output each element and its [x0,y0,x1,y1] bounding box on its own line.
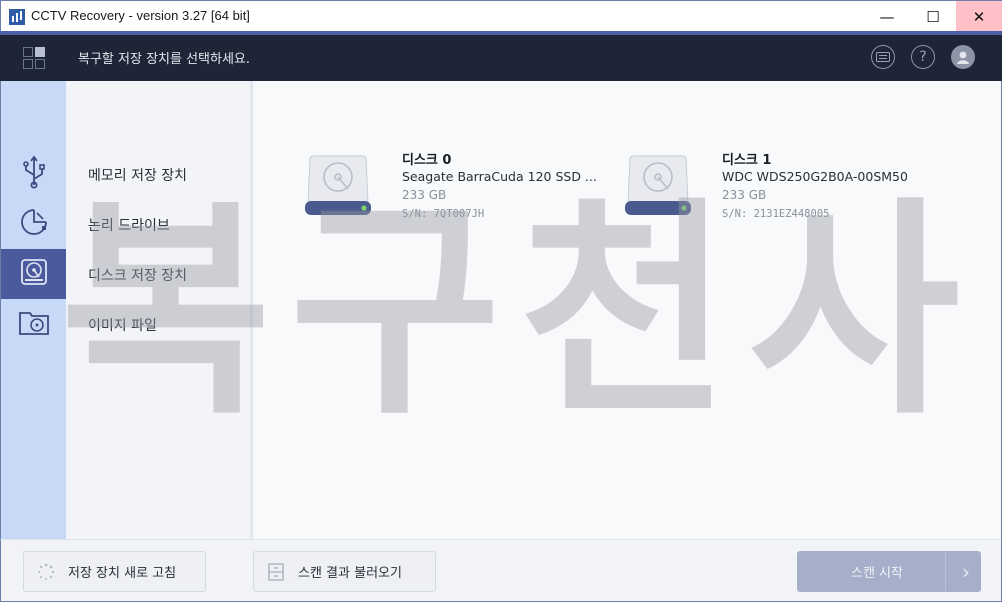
footer-bar: 저장 장치 새로 고침 스캔 결과 불러오기 스캔 시작 › [0,539,1002,602]
disk-serial: S/N: 2131EZ448005 [722,208,830,220]
hard-drive-icon [624,155,692,217]
rail-usb-button[interactable] [1,149,66,199]
nav-item-memory-storage[interactable]: 메모리 저장 장치 [88,165,187,185]
pie-drive-icon [19,207,49,241]
keyboard-icon[interactable] [871,45,895,69]
maximize-button[interactable]: ☐ [910,1,956,32]
rail-image-button[interactable] [1,299,66,349]
chevron-right-icon: › [962,560,970,584]
title-bar: CCTV Recovery - version 3.27 [64 bit] — … [0,0,1002,32]
load-scan-results-button[interactable]: 스캔 결과 불러오기 [253,551,436,592]
app-header: 복구할 저장 장치를 선택하세요. ? [0,31,1002,81]
refresh-devices-label: 저장 장치 새로 고침 [68,566,177,581]
close-button[interactable]: ✕ [956,1,1002,32]
start-scan-label: 스캔 시작 [851,566,903,581]
source-nav-panel: 메모리 저장 장치 논리 드라이브 디스크 저장 장치 이미지 파일 [66,81,253,539]
nav-item-image-file[interactable]: 이미지 파일 [88,315,157,335]
hard-drive-icon [304,155,372,217]
disk-name: 디스크 0 [402,153,452,168]
disk-card-0[interactable]: 디스크 0 Seagate BarraCuda 120 SSD ... 233 … [304,149,604,229]
page-title: 복구할 저장 장치를 선택하세요. [78,52,251,67]
nav-item-disk-storage[interactable]: 디스크 저장 장치 [88,265,187,285]
help-icon[interactable]: ? [911,45,935,69]
loading-spinner-icon [24,563,68,581]
minimize-button[interactable]: — [864,1,910,32]
disk-card-1[interactable]: 디스크 1 WDC WDS250G2B0A-00SM50 233 GB S/N:… [624,149,924,229]
apps-grid-icon[interactable] [23,47,47,71]
rail-disk-button[interactable] [1,249,66,299]
disk-model: WDC WDS250G2B0A-00SM50 [722,169,908,184]
rail-logical-drive-button[interactable] [1,199,66,249]
disk-model: Seagate BarraCuda 120 SSD ... [402,169,597,184]
cabinet-icon [254,562,298,581]
window-title: CCTV Recovery - version 3.27 [64 bit] [31,8,250,23]
nav-item-logical-drive[interactable]: 논리 드라이브 [88,215,170,235]
disk-serial: S/N: 7QT007JH [402,208,485,220]
refresh-devices-button[interactable]: 저장 장치 새로 고침 [23,551,206,592]
disk-size: 233 GB [402,188,447,202]
usb-icon [21,155,47,193]
user-avatar-icon[interactable] [951,45,975,69]
start-scan-button[interactable]: 스캔 시작 › [797,551,981,592]
disk-drive-icon [19,257,49,291]
disk-size: 233 GB [722,188,767,202]
icon-rail [1,81,66,539]
disk-name: 디스크 1 [722,153,772,168]
button-divider [945,552,946,591]
app-logo-icon [9,9,25,25]
image-file-icon [18,307,50,341]
load-scan-results-label: 스캔 결과 불러오기 [298,566,402,581]
